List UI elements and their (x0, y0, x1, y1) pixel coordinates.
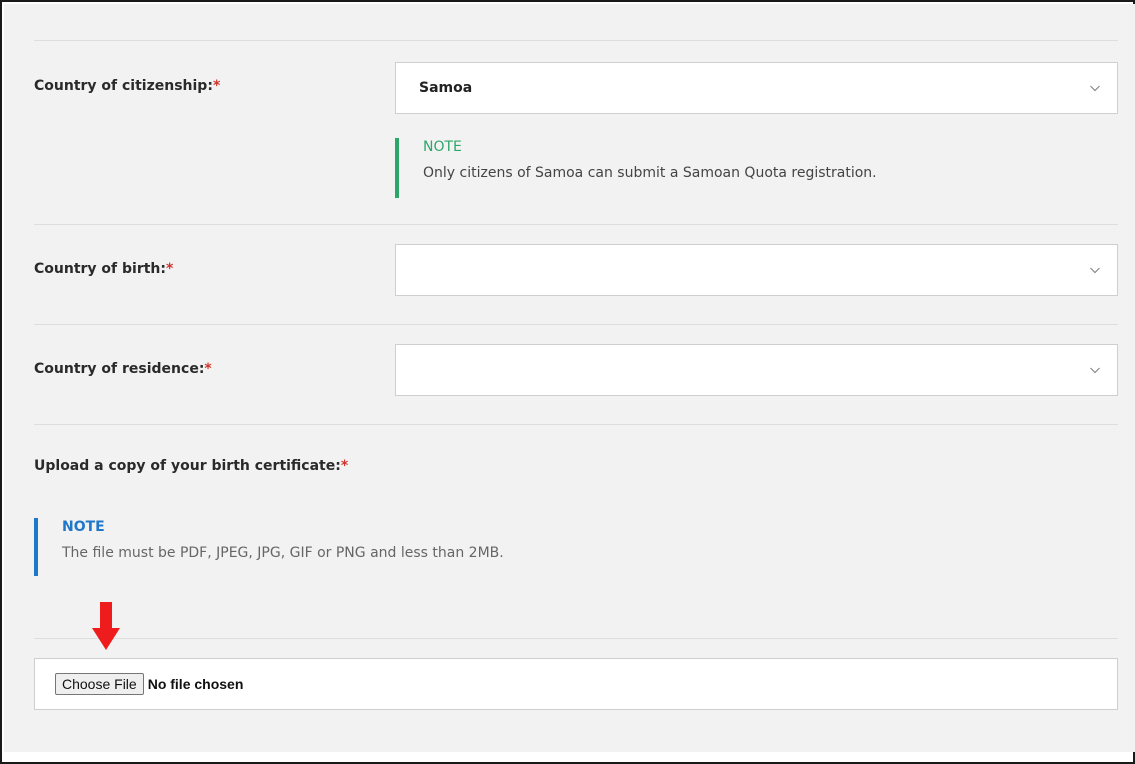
birth-label: Country of birth:* (34, 261, 173, 277)
required-asterisk: * (212, 78, 221, 94)
red-arrow-down-icon (92, 602, 120, 650)
citizenship-label-text: Country of citizenship: (34, 78, 213, 94)
note-title: NOTE (62, 519, 105, 535)
divider (34, 40, 1118, 41)
file-status-text: No file chosen (147, 676, 244, 692)
residence-select[interactable] (395, 344, 1118, 396)
birth-select[interactable] (395, 244, 1118, 296)
chevron-down-icon (1090, 267, 1100, 274)
file-upload-field: Choose File No file chosen (34, 658, 1118, 710)
screenshot-frame: Country of citizenship:* Samoa NOTE Only… (0, 0, 1135, 764)
residence-label-text: Country of residence: (34, 361, 205, 377)
note-title: NOTE (423, 139, 462, 155)
citizenship-note: NOTE Only citizens of Samoa can submit a… (395, 138, 877, 198)
birth-label-text: Country of birth: (34, 261, 166, 277)
divider (34, 324, 1118, 325)
required-asterisk: * (166, 261, 174, 277)
chevron-down-icon (1090, 85, 1100, 92)
divider (34, 224, 1118, 225)
note-text: The file must be PDF, JPEG, JPG, GIF or … (62, 545, 504, 561)
citizenship-selected-value: Samoa (419, 80, 473, 96)
citizenship-label: Country of citizenship:* (34, 78, 220, 94)
required-asterisk: * (204, 361, 212, 377)
note-text: Only citizens of Samoa can submit a Samo… (423, 165, 877, 181)
divider (34, 638, 1118, 639)
upload-label: Upload a copy of your birth certificate:… (34, 458, 348, 474)
residence-label: Country of residence:* (34, 361, 212, 377)
upload-label-text: Upload a copy of your birth certificate: (34, 458, 341, 474)
choose-file-button[interactable]: Choose File (55, 673, 144, 695)
citizenship-select[interactable]: Samoa (395, 62, 1118, 114)
required-asterisk: * (340, 458, 349, 474)
chevron-down-icon (1090, 367, 1100, 374)
divider (34, 424, 1118, 425)
upload-note: NOTE The file must be PDF, JPEG, JPG, GI… (34, 518, 504, 576)
